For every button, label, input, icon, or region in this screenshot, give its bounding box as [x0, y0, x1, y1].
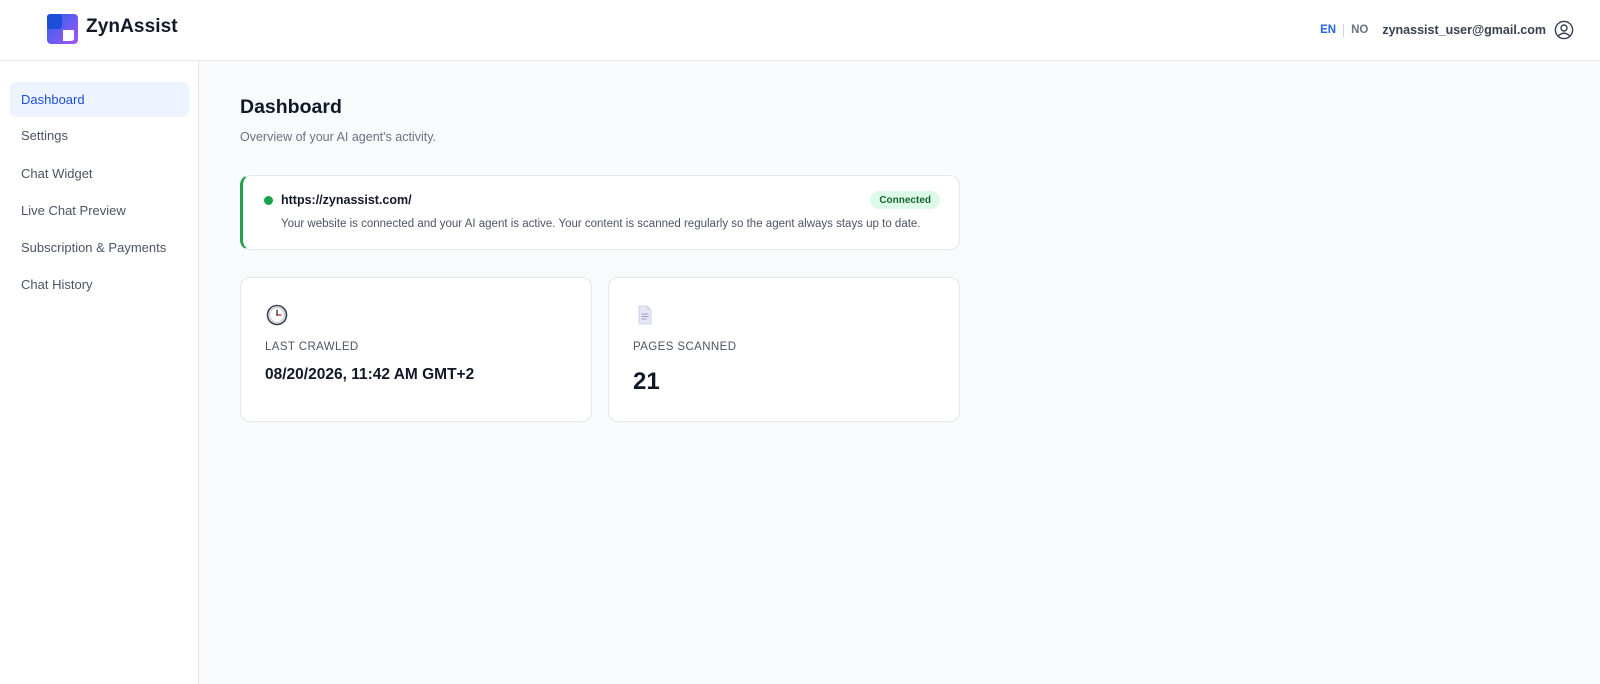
- sidebar-item-chat-history[interactable]: Chat History: [10, 267, 189, 302]
- status-dot-icon: [264, 196, 273, 205]
- zynassist-logo-icon[interactable]: [47, 14, 78, 44]
- language-no[interactable]: NO: [1351, 24, 1368, 36]
- status-description: Your website is connected and your AI ag…: [281, 218, 921, 230]
- sidebar-item-live-chat-preview[interactable]: Live Chat Preview: [10, 193, 189, 228]
- last-crawled-value: 08/20/2026, 11:42 AM GMT+2: [265, 366, 475, 383]
- page-subtitle: Overview of your AI agent's activity.: [240, 130, 436, 144]
- user-circle-icon[interactable]: [1554, 20, 1574, 40]
- user-email[interactable]: zynassist_user@gmail.com: [1382, 23, 1546, 37]
- last-crawled-card: LAST CRAWLED 08/20/2026, 11:42 AM GMT+2: [240, 277, 592, 422]
- pages-scanned-card: PAGES SCANNED 21: [608, 277, 960, 422]
- sidebar-item-dashboard[interactable]: Dashboard: [10, 82, 189, 117]
- pages-scanned-value: 21: [633, 368, 660, 395]
- stat-label: LAST CRAWLED: [265, 341, 359, 353]
- stat-label: PAGES SCANNED: [633, 341, 737, 353]
- sidebar-item-chat-widget[interactable]: Chat Widget: [10, 156, 189, 191]
- header-actions: EN NO zynassist_user@gmail.com: [1320, 19, 1574, 41]
- clock-icon: [266, 304, 288, 326]
- language-en[interactable]: EN: [1320, 24, 1336, 36]
- brand-name[interactable]: ZynAssist: [86, 16, 178, 38]
- language-divider: [1343, 23, 1345, 37]
- page-title: Dashboard: [240, 96, 342, 118]
- top-bar: ZynAssist EN NO zynassist_user@gmail.com: [0, 0, 1600, 61]
- sidebar: Dashboard Settings Chat Widget Live Chat…: [0, 61, 199, 684]
- sidebar-item-subscription-payments[interactable]: Subscription & Payments: [10, 230, 189, 265]
- sidebar-item-settings[interactable]: Settings: [10, 118, 189, 153]
- document-icon: [638, 305, 652, 325]
- connection-status-card: https://zynassist.com/ Connected Your we…: [240, 175, 960, 250]
- status-badge: Connected: [870, 191, 940, 209]
- website-url[interactable]: https://zynassist.com/: [281, 193, 412, 207]
